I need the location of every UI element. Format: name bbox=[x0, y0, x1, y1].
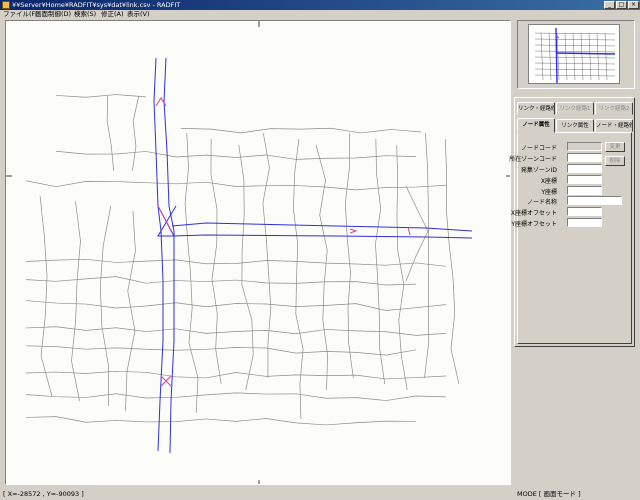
y-coord-label: Y座標 bbox=[541, 189, 557, 196]
road-segment[interactable] bbox=[238, 144, 254, 391]
overview-road bbox=[548, 32, 552, 81]
overview-road bbox=[534, 62, 616, 65]
tab-link-attributes[interactable]: リンク属性 bbox=[556, 119, 594, 132]
node-marker[interactable] bbox=[349, 228, 358, 234]
title-bar: ¥¥Server¥Home¥RADFIT¥sys¥dat¥link.csv - … bbox=[0, 0, 640, 10]
tab-link-route-edit[interactable]: リンク・経路修正 bbox=[517, 102, 555, 115]
overview-road bbox=[534, 50, 616, 53]
road-segment[interactable] bbox=[55, 94, 147, 98]
overview-panel bbox=[517, 20, 635, 89]
overview-road bbox=[588, 32, 592, 81]
menu-display-control[interactable]: 画面制御(D) bbox=[35, 10, 71, 19]
x-offset-label: X座標オフセット bbox=[510, 210, 557, 217]
road-segment[interactable] bbox=[106, 95, 114, 172]
y-coord-field[interactable] bbox=[567, 186, 602, 195]
menu-bar: ファイル(F) 画面制御(D) 検索(S) 修正(A) 表示(V) bbox=[0, 10, 640, 19]
window-title: ¥¥Server¥Home¥RADFIT¥sys¥dat¥link.csv - … bbox=[12, 1, 181, 9]
zone-code-label: 所在ゾーンコード bbox=[509, 156, 557, 163]
road-segment[interactable] bbox=[184, 132, 199, 414]
overview-road bbox=[534, 68, 616, 71]
road-segment[interactable] bbox=[39, 195, 53, 397]
overview-road bbox=[580, 32, 584, 81]
node-name-label: ノード名称 bbox=[526, 199, 557, 206]
road-segment[interactable] bbox=[132, 95, 140, 172]
x-coord-label: X座標 bbox=[540, 178, 557, 185]
node-code-field[interactable] bbox=[567, 142, 602, 151]
change-button[interactable]: 変更 bbox=[605, 142, 625, 152]
mode-indicator: MODE [ 画面モード ] bbox=[517, 490, 581, 498]
overview-road bbox=[534, 38, 616, 41]
road-segment[interactable] bbox=[424, 132, 430, 379]
menu-edit[interactable]: 修正(A) bbox=[101, 10, 124, 19]
delete-button[interactable]: 削除 bbox=[605, 156, 625, 166]
overview-map-graphic[interactable] bbox=[529, 25, 620, 84]
road-segment[interactable] bbox=[315, 144, 328, 391]
node-code-label: ノードコード bbox=[520, 145, 557, 152]
road-segment[interactable] bbox=[25, 345, 417, 356]
status-bar: [ X=-28572 , Y=-90093 ] MODE [ 画面モード ] bbox=[0, 488, 640, 500]
road-segment[interactable] bbox=[25, 258, 447, 267]
menu-view[interactable]: 表示(V) bbox=[127, 10, 150, 19]
minimize-button[interactable]: _ bbox=[604, 1, 615, 9]
overview-map[interactable] bbox=[528, 24, 620, 84]
zone-id-label: 発集ゾーンID bbox=[520, 167, 557, 174]
menu-file[interactable]: ファイル(F) bbox=[3, 10, 38, 19]
road-segment[interactable] bbox=[125, 210, 136, 412]
road-segment[interactable] bbox=[25, 326, 447, 336]
road-segment[interactable] bbox=[293, 138, 304, 420]
menu-search[interactable]: 検索(S) bbox=[74, 10, 96, 19]
road-segment[interactable] bbox=[180, 127, 422, 134]
overview-road bbox=[555, 52, 616, 55]
tab-node-route-edit[interactable]: ノード・経路修正 bbox=[595, 119, 633, 132]
road-segment[interactable] bbox=[25, 392, 447, 401]
route-link[interactable] bbox=[163, 57, 175, 454]
road-segment[interactable] bbox=[25, 276, 417, 286]
road-segment[interactable] bbox=[444, 138, 460, 385]
road-segment[interactable] bbox=[25, 416, 417, 426]
overview-road bbox=[534, 56, 616, 59]
overview-road bbox=[564, 32, 568, 81]
road-segment[interactable] bbox=[25, 300, 447, 311]
node-attributes-form: ノードコード 変更 所在ゾーンコード 削除 発集ゾーンID X座標 Y座標 ノー… bbox=[509, 132, 632, 344]
tab-link-route-1[interactable]: リンク経路1 bbox=[556, 102, 594, 115]
y-offset-label: Y座標オフセット bbox=[511, 221, 557, 228]
road-segment[interactable] bbox=[210, 138, 222, 385]
zone-code-field[interactable] bbox=[567, 153, 602, 162]
road-segment[interactable] bbox=[55, 150, 417, 160]
y-offset-field[interactable] bbox=[567, 218, 602, 227]
tab-link-route-2[interactable]: リンク経路2 bbox=[595, 102, 633, 115]
node-marker[interactable] bbox=[407, 226, 411, 236]
overview-road bbox=[540, 32, 544, 81]
properties-panel: リンク・経路修正 リンク経路1 リンク経路2 ノード属性 リンク属性 ノード・経… bbox=[509, 97, 635, 347]
tab-node-attributes[interactable]: ノード属性 bbox=[517, 118, 555, 133]
road-segment[interactable] bbox=[344, 132, 354, 379]
road-segment[interactable] bbox=[25, 180, 447, 191]
overview-road bbox=[572, 32, 576, 81]
road-network-map[interactable] bbox=[6, 21, 511, 485]
x-offset-field[interactable] bbox=[567, 207, 602, 216]
overview-road bbox=[534, 44, 616, 47]
zone-id-field[interactable] bbox=[567, 164, 602, 173]
road-segment[interactable] bbox=[71, 200, 81, 402]
maximize-button[interactable]: □ bbox=[616, 1, 627, 9]
road-segment[interactable] bbox=[375, 138, 386, 385]
map-canvas[interactable] bbox=[5, 20, 511, 485]
node-name-field[interactable] bbox=[567, 196, 622, 205]
road-segment[interactable] bbox=[262, 132, 272, 379]
app-icon bbox=[2, 1, 10, 9]
overview-road bbox=[596, 32, 600, 81]
route-link[interactable] bbox=[153, 57, 164, 452]
x-coord-field[interactable] bbox=[567, 175, 602, 184]
overview-road bbox=[534, 32, 616, 35]
cursor-coordinates: [ X=-28572 , Y=-90093 ] bbox=[3, 490, 84, 498]
close-button[interactable]: × bbox=[628, 1, 639, 9]
